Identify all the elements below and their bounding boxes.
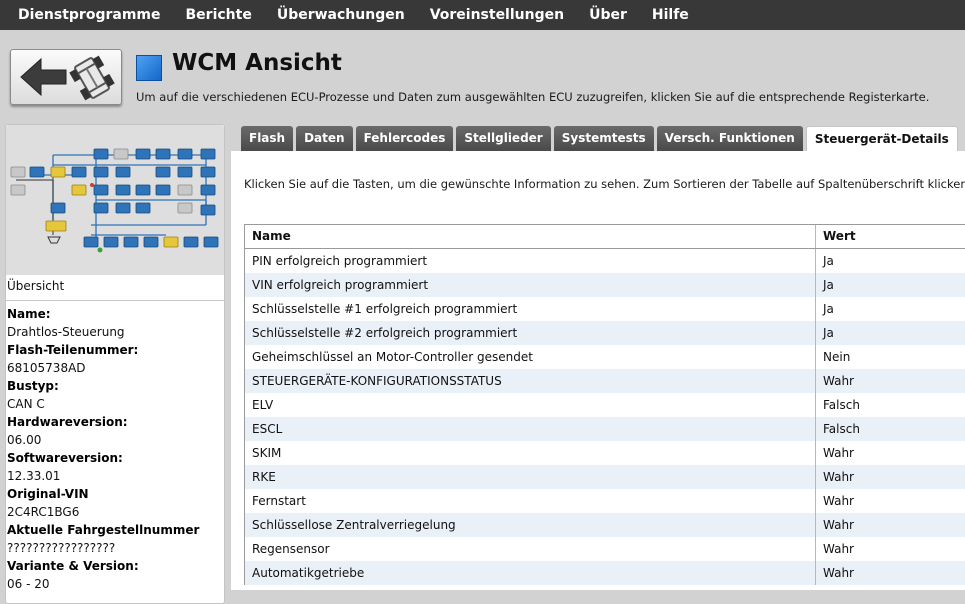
field-value-flash-part: 68105738AD xyxy=(7,361,86,375)
row-name: RKE xyxy=(245,465,816,489)
table-row[interactable]: STEUERGERÄTE-KONFIGURATIONSSTATUS Wahr xyxy=(245,369,965,393)
row-value: Ja xyxy=(823,254,834,268)
table-row[interactable]: ESCL Falsch xyxy=(245,417,965,441)
field-label-variant: Variante & Version: xyxy=(7,559,139,573)
row-value: Wahr xyxy=(823,518,854,532)
module-color-square xyxy=(136,55,162,81)
page-title: WCM Ansicht xyxy=(172,50,342,76)
menu-ueberwachungen[interactable]: Überwachungen xyxy=(277,7,405,23)
row-value: Wahr xyxy=(823,374,854,388)
ecu-info-list: Name: Drahtlos-Steuerung Flash-Teilenumm… xyxy=(7,305,223,593)
row-name: VIN erfolgreich programmiert xyxy=(245,273,816,297)
network-topology-graphic xyxy=(10,148,219,253)
row-name: ELV xyxy=(245,393,816,417)
row-value: Ja xyxy=(823,278,834,292)
menu-voreinstellungen[interactable]: Voreinstellungen xyxy=(430,7,564,23)
page-subtitle: Um auf die verschiedenen ECU-Prozesse un… xyxy=(136,90,930,104)
tab-stellglieder[interactable]: Stellglieder xyxy=(456,126,551,151)
divider xyxy=(6,300,224,301)
ecu-network-diagram[interactable] xyxy=(6,125,224,275)
table-row[interactable]: Regensensor Wahr xyxy=(245,537,965,561)
row-value: Wahr xyxy=(823,542,854,556)
table-header-row: Name Wert xyxy=(245,225,965,249)
menu-bar: Dienstprogramme Berichte Überwachungen V… xyxy=(0,0,965,30)
tab-bar: Flash Daten Fehlercodes Stellglieder Sys… xyxy=(241,126,961,153)
row-value: Falsch xyxy=(823,398,860,412)
row-name: Schlüsselstelle #2 erfolgreich programmi… xyxy=(245,321,816,345)
field-label-current-vin: Aktuelle Fahrgestellnummer xyxy=(7,523,200,537)
table-row[interactable]: Geheimschlüssel an Motor-Controller gese… xyxy=(245,345,965,369)
tab-flash[interactable]: Flash xyxy=(241,126,294,151)
tab-daten[interactable]: Daten xyxy=(296,126,353,151)
field-value-current-vin: ????????????????? xyxy=(7,541,116,555)
row-value: Wahr xyxy=(823,494,854,508)
menu-hilfe[interactable]: Hilfe xyxy=(652,7,689,23)
table-row[interactable]: SKIM Wahr xyxy=(245,441,965,465)
row-name: Fernstart xyxy=(245,489,816,513)
row-value: Nein xyxy=(823,350,851,364)
field-value-variant: 06 - 20 xyxy=(7,577,50,591)
row-value: Wahr xyxy=(823,446,854,460)
menu-berichte[interactable]: Berichte xyxy=(186,7,252,23)
tab-systemtests[interactable]: Systemtests xyxy=(553,126,654,151)
row-name: Regensensor xyxy=(245,537,816,561)
row-name: Schlüsselstelle #1 erfolgreich programmi… xyxy=(245,297,816,321)
back-arrow-icon xyxy=(20,57,67,97)
menu-dienstprogramme[interactable]: Dienstprogramme xyxy=(18,7,161,23)
table-row[interactable]: PIN erfolgreich programmiert Ja xyxy=(245,249,965,273)
field-label-hardware: Hardwareversion: xyxy=(7,415,128,429)
row-value: Ja xyxy=(823,326,834,340)
back-button[interactable] xyxy=(10,49,122,105)
row-name: ESCL xyxy=(245,417,816,441)
table-row[interactable]: Automatikgetriebe Wahr xyxy=(245,561,965,585)
field-value-hardware: 06.00 xyxy=(7,433,42,447)
row-name: PIN erfolgreich programmiert xyxy=(245,249,816,273)
row-name: Automatikgetriebe xyxy=(245,561,816,585)
row-name: Schlüssellose Zentralverriegelung xyxy=(245,513,816,537)
field-label-original-vin: Original-VIN xyxy=(7,487,89,501)
field-value-software: 12.33.01 xyxy=(7,469,61,483)
vehicle-chassis-icon xyxy=(69,55,115,101)
row-value: Wahr xyxy=(823,566,854,580)
table-row[interactable]: Schlüsselstelle #2 erfolgreich programmi… xyxy=(245,321,965,345)
field-label-name: Name: xyxy=(7,307,51,321)
field-label-software: Softwareversion: xyxy=(7,451,123,465)
field-value-name: Drahtlos-Steuerung xyxy=(7,325,125,339)
row-value: Ja xyxy=(823,302,834,316)
field-value-original-vin: 2C4RC1BG6 xyxy=(7,505,80,519)
table-row[interactable]: Schlüsselstelle #1 erfolgreich programmi… xyxy=(245,297,965,321)
table-row[interactable]: Schlüssellose Zentralverriegelung Wahr xyxy=(245,513,965,537)
tab-fehlercodes[interactable]: Fehlercodes xyxy=(355,126,454,151)
row-value: Wahr xyxy=(823,470,854,484)
column-header-name[interactable]: Name xyxy=(245,225,816,248)
overview-label: Übersicht xyxy=(7,279,65,293)
row-name: SKIM xyxy=(245,441,816,465)
tab-content-panel: Klicken Sie auf die Tasten, um die gewün… xyxy=(231,151,965,590)
details-table: Name Wert PIN erfolgreich programmiert J… xyxy=(244,224,965,585)
instruction-text: Klicken Sie auf die Tasten, um die gewün… xyxy=(244,177,965,191)
table-row[interactable]: VIN erfolgreich programmiert Ja xyxy=(245,273,965,297)
tab-versch-funktionen[interactable]: Versch. Funktionen xyxy=(656,126,803,151)
field-value-bus-type: CAN C xyxy=(7,397,45,411)
ecu-info-panel: Übersicht Name: Drahtlos-Steuerung Flash… xyxy=(5,124,225,604)
row-name: STEUERGERÄTE-KONFIGURATIONSSTATUS xyxy=(245,369,816,393)
row-name: Geheimschlüssel an Motor-Controller gese… xyxy=(245,345,816,369)
tab-steuergeraet-details[interactable]: Steuergerät-Details xyxy=(805,126,958,153)
menu-ueber[interactable]: Über xyxy=(589,7,627,23)
table-row[interactable]: ELV Falsch xyxy=(245,393,965,417)
column-header-wert[interactable]: Wert xyxy=(816,225,965,248)
table-row[interactable]: RKE Wahr xyxy=(245,465,965,489)
table-row[interactable]: Fernstart Wahr xyxy=(245,489,965,513)
field-label-flash-part: Flash-Teilenummer: xyxy=(7,343,139,357)
row-value: Falsch xyxy=(823,422,860,436)
field-label-bus-type: Bustyp: xyxy=(7,379,59,393)
